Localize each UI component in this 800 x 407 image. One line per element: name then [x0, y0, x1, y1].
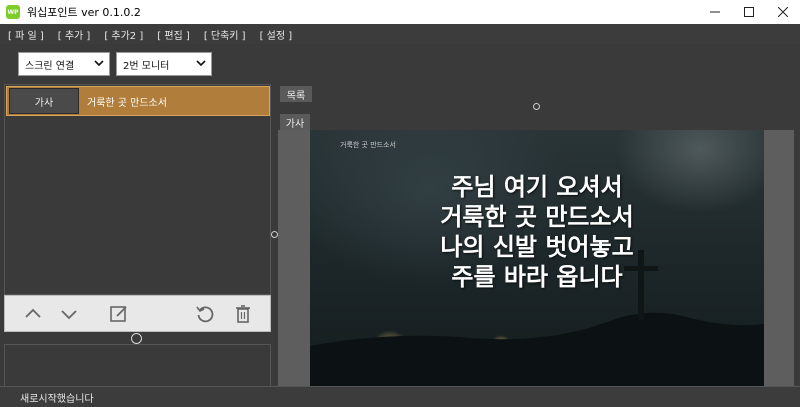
move-up-icon[interactable] [23, 304, 43, 324]
slide-lyrics: 주님 여기 오셔서 거룩한 곳 만드소서 나의 신발 벗어놓고 주를 바라 옵니… [310, 172, 764, 292]
lyric-line: 나의 신발 벗어놓고 [440, 233, 634, 261]
screen-connect-select-value: 스크린 연결 [25, 60, 75, 72]
window-controls [698, 0, 800, 24]
horizontal-splitter-handle[interactable] [131, 333, 142, 344]
menu-edit[interactable]: [ 편집 ] [157, 27, 190, 42]
list-item[interactable]: 가사 거룩한 곳 만드소서 [6, 86, 270, 116]
monitor-select[interactable]: 2번 모니터 [116, 52, 212, 76]
list-toolbar [4, 295, 271, 332]
menu-settings[interactable]: [ 설정 ] [260, 27, 293, 42]
close-icon [778, 7, 788, 17]
menu-bar: [ 파 일 ] [ 추가 ] [ 추가2 ] [ 편집 ] [ 단축키 ] [ … [0, 24, 800, 44]
lyric-line: 주를 바라 옵니다 [451, 263, 623, 291]
status-text: 새로시작했습니다 [20, 393, 94, 405]
close-button[interactable] [766, 0, 800, 24]
detail-panel [4, 344, 271, 386]
app-logo-text: WP [7, 8, 19, 16]
maximize-icon [744, 7, 754, 17]
move-down-icon[interactable] [59, 304, 79, 324]
song-list: 가사 거룩한 곳 만드소서 [4, 84, 271, 295]
chevron-down-icon [196, 60, 206, 67]
window-title: 워십포인트 ver 0.1.0.2 [27, 6, 141, 19]
lyric-line: 주님 여기 오셔서 [451, 173, 623, 201]
menu-file[interactable]: [ 파 일 ] [8, 27, 44, 42]
tab-list[interactable]: 목록 [280, 86, 312, 102]
title-bar: WP 워십포인트 ver 0.1.0.2 [0, 0, 800, 24]
menu-add[interactable]: [ 추가 ] [58, 27, 91, 42]
menu-shortcuts[interactable]: [ 단축키 ] [204, 27, 246, 42]
tab-lyrics[interactable]: 가사 [280, 114, 310, 130]
refresh-icon[interactable] [195, 304, 215, 324]
minimize-icon [710, 11, 720, 13]
edit-icon[interactable] [109, 304, 129, 324]
slide-caption: 거룩한 곳 만드소서 [340, 141, 396, 149]
status-bar: 새로시작했습니다 [0, 386, 800, 407]
monitor-select-value: 2번 모니터 [123, 60, 170, 72]
maximize-button[interactable] [732, 0, 766, 24]
trash-icon[interactable] [233, 304, 253, 324]
slide-preview[interactable]: 거룩한 곳 만드소서 주님 여기 오셔서 거룩한 곳 만드소서 나의 신발 벗어… [310, 130, 764, 386]
list-item-title: 거룩한 곳 만드소서 [87, 97, 167, 109]
app-logo: WP [6, 5, 20, 19]
vertical-splitter-handle[interactable] [271, 231, 278, 238]
screen-connect-select[interactable]: 스크린 연결 [18, 52, 110, 76]
list-item-tag-button[interactable]: 가사 [9, 88, 79, 114]
lyric-line: 거룩한 곳 만드소서 [440, 203, 634, 231]
chevron-down-icon [94, 60, 104, 67]
minimize-button[interactable] [698, 0, 732, 24]
preview-splitter-handle[interactable] [533, 103, 540, 110]
menu-add2[interactable]: [ 추가2 ] [104, 27, 143, 42]
